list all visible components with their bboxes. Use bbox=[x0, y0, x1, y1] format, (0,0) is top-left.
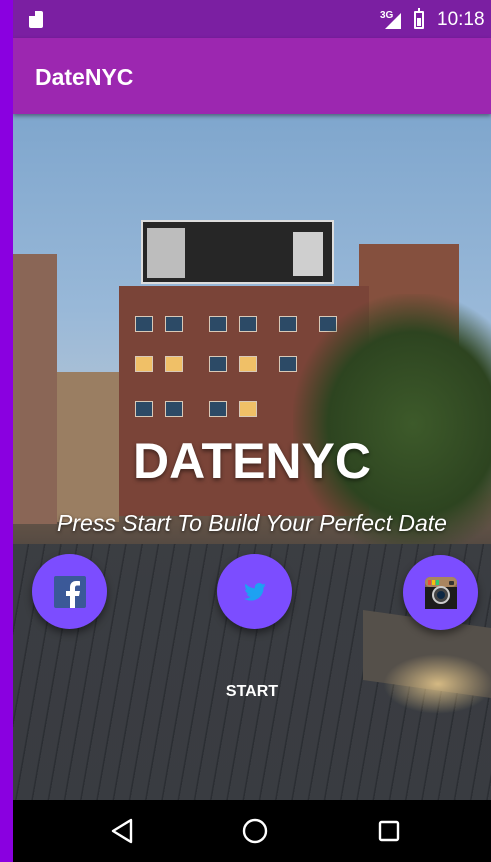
sd-card-icon bbox=[29, 11, 43, 28]
facebook-button[interactable] bbox=[32, 554, 107, 629]
tagline: Press Start To Build Your Perfect Date bbox=[57, 510, 447, 536]
main-content: DATENYC Press Start To Build Your Perfec… bbox=[13, 114, 491, 800]
recent-apps-button[interactable] bbox=[374, 816, 404, 846]
home-icon bbox=[242, 818, 268, 844]
window bbox=[135, 356, 153, 372]
window bbox=[239, 401, 257, 417]
window bbox=[135, 401, 153, 417]
home-button[interactable] bbox=[240, 816, 270, 846]
phone-screen: 3G 10:18 DateNYC DATENYC Press Start To … bbox=[13, 0, 491, 862]
light-glow bbox=[383, 654, 491, 714]
clock: 10:18 bbox=[437, 9, 485, 30]
billboard bbox=[141, 220, 334, 284]
window bbox=[165, 356, 183, 372]
app-title: DateNYC bbox=[35, 64, 134, 90]
window bbox=[239, 316, 257, 332]
twitter-button[interactable] bbox=[217, 554, 292, 629]
window bbox=[239, 356, 257, 372]
recent-apps-icon bbox=[378, 820, 400, 842]
app-bar: DateNYC bbox=[13, 38, 491, 114]
facebook-icon bbox=[53, 575, 86, 608]
status-bar: 3G 10:18 bbox=[13, 0, 491, 38]
instagram-button[interactable] bbox=[403, 555, 478, 630]
back-button[interactable] bbox=[107, 816, 137, 846]
twitter-icon bbox=[243, 582, 266, 601]
navigation-bar bbox=[13, 800, 491, 862]
instagram-icon bbox=[424, 576, 457, 609]
window bbox=[209, 356, 227, 372]
battery-icon bbox=[414, 8, 424, 29]
window bbox=[209, 316, 227, 332]
headline: DATENYC bbox=[133, 433, 371, 489]
window bbox=[165, 316, 183, 332]
window bbox=[209, 401, 227, 417]
start-button[interactable]: START bbox=[197, 674, 307, 710]
window bbox=[135, 316, 153, 332]
signal-icon bbox=[385, 13, 401, 29]
emulator-frame-edge bbox=[0, 0, 13, 862]
window bbox=[165, 401, 183, 417]
back-icon bbox=[111, 818, 133, 844]
